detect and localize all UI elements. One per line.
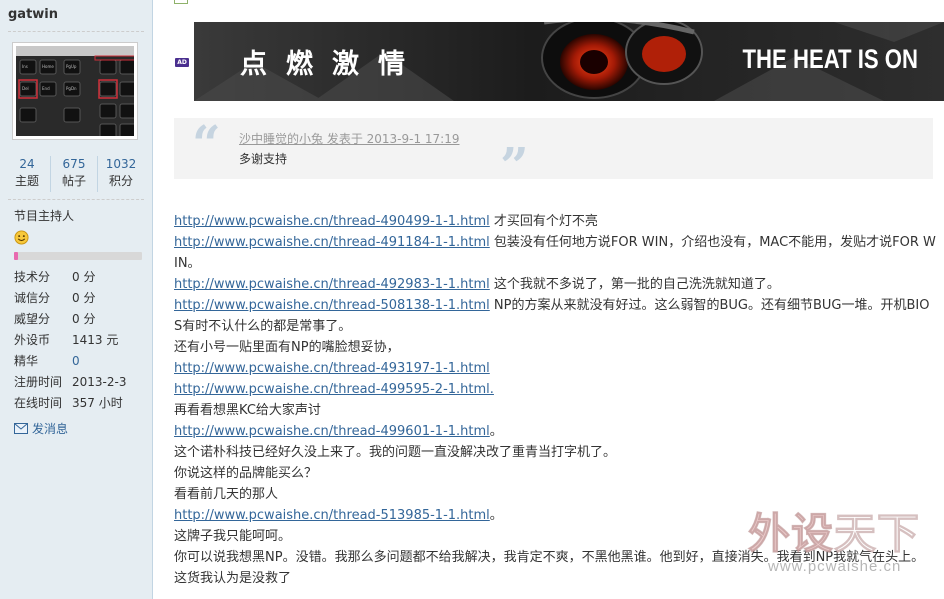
post-line: http://www.pcwaishe.cn/thread-513985-1-1…: [174, 505, 936, 526]
profile-value: 357 小时: [72, 396, 123, 410]
post-line: http://www.pcwaishe.cn/thread-499601-1-1…: [174, 421, 936, 442]
svg-text:Del: Del: [22, 86, 29, 91]
thread-link[interactable]: http://www.pcwaishe.cn/thread-493197-1-1…: [174, 361, 490, 376]
send-message-label: 发消息: [32, 422, 69, 436]
stat-label: 积分: [108, 174, 133, 188]
thread-link[interactable]: http://www.pcwaishe.cn/thread-492983-1-1…: [174, 277, 490, 292]
profile-label: 技术分: [14, 270, 51, 284]
svg-text:End: End: [42, 86, 50, 91]
profile-value: 0 分: [72, 291, 96, 305]
thread-link[interactable]: http://www.pcwaishe.cn/thread-499595-2-1…: [174, 382, 494, 397]
stat-value: 24: [19, 157, 35, 171]
post-line: http://www.pcwaishe.cn/thread-490499-1-1…: [174, 211, 936, 232]
post-line: http://www.pcwaishe.cn/thread-492983-1-1…: [174, 274, 936, 295]
post-text: 还有小号一贴里面有NP的嘴脸想妥协，: [174, 340, 400, 355]
post-text: 看看前几天的那人: [174, 487, 279, 502]
profile-label: 威望分: [14, 312, 51, 326]
profile-label: 注册时间: [14, 375, 63, 389]
post-line: http://www.pcwaishe.cn/thread-491184-1-1…: [174, 232, 936, 274]
quote-author-link[interactable]: 沙中睡觉的小兔 发表于 2013-9-1 17:19: [239, 130, 460, 147]
post-text: 这个我就不多说了，第一批的自己洗洗就知道了。: [489, 277, 780, 292]
stat-threads[interactable]: 24 主题: [4, 156, 51, 192]
stat-label: 帖子: [61, 174, 86, 188]
profile-value[interactable]: 0: [72, 351, 80, 372]
post-line: 你说这样的品牌能买么？: [174, 463, 936, 484]
level-progress-fill: [14, 252, 18, 260]
quote-close-mark: ”: [500, 136, 529, 195]
thread-link[interactable]: http://www.pcwaishe.cn/thread-499601-1-1…: [174, 424, 490, 439]
post-line: http://www.pcwaishe.cn/thread-499595-2-1…: [174, 379, 936, 400]
svg-text:Home: Home: [42, 64, 54, 69]
post-line: 再看看想黑KC给大家声讨: [174, 400, 936, 421]
stat-points[interactable]: 1032 积分: [98, 156, 144, 192]
profile-value: 0 分: [72, 312, 96, 326]
thread-link[interactable]: http://www.pcwaishe.cn/thread-508138-1-1…: [174, 298, 490, 313]
post-line: 这个诺朴科技已经好久没上来了。我的问题一直没解决改了重青当打字机了。: [174, 442, 936, 463]
post-line: 看看前几天的那人: [174, 484, 936, 505]
svg-text:PgUp: PgUp: [66, 64, 77, 69]
level-progress-bar: [14, 252, 142, 260]
post-text: 再看看想黑KC给大家声讨: [174, 403, 321, 418]
user-info-sidebar: gatwin Ins Home PgUp Del End PgDn 24 主题 …: [0, 0, 153, 599]
profile-value: 2013-2-3: [72, 375, 127, 389]
quote-block: “ 沙中睡觉的小兔 发表于 2013-9-1 17:19 多谢支持 ”: [174, 114, 933, 195]
post-text: 。: [489, 424, 503, 439]
stat-label: 主题: [14, 174, 39, 188]
divider: [8, 199, 144, 200]
thread-link[interactable]: http://www.pcwaishe.cn/thread-491184-1-1…: [174, 235, 490, 250]
post-text: 。: [489, 508, 503, 523]
post-text: 这牌子我只能呵呵。: [174, 529, 292, 544]
profile-row: 诚信分 0 分: [14, 288, 149, 309]
svg-text:PgDn: PgDn: [66, 86, 77, 91]
profile-row: 威望分 0 分: [14, 309, 149, 330]
profile-label: 在线时间: [14, 396, 63, 410]
profile-label: 外设币: [14, 333, 51, 347]
profile-row: 技术分 0 分: [14, 267, 149, 288]
post-line: http://www.pcwaishe.cn/thread-508138-1-1…: [174, 295, 936, 337]
profile-row: 在线时间 357 小时: [14, 393, 149, 414]
post-content-area: AD 点燃激情 THE HEAT IS ON “ 沙中睡觉的小兔 发表于 201…: [154, 0, 944, 599]
stat-posts[interactable]: 675 帖子: [51, 156, 98, 192]
ad-badge: AD: [175, 58, 189, 67]
profile-label: 精华: [14, 354, 39, 368]
post-line: 你可以说我想黑NP。没错。我那么多问题都不给我解决，我肯定不爽，不黑他黑谁。他到…: [174, 547, 936, 589]
mail-icon: [14, 423, 28, 434]
post-text: 你可以说我想黑NP。没错。我那么多问题都不给我解决，我肯定不爽，不黑他黑谁。他到…: [174, 550, 925, 586]
thread-link[interactable]: http://www.pcwaishe.cn/thread-513985-1-1…: [174, 508, 490, 523]
username-link[interactable]: gatwin: [8, 7, 58, 22]
user-group-title: 节目主持人: [14, 209, 75, 223]
divider: [8, 31, 144, 32]
profile-list: 技术分 0 分诚信分 0 分威望分 0 分外设币 1413 元精华 0 注册时间 2013-2…: [14, 267, 149, 414]
stat-value: 1032: [105, 157, 137, 171]
profile-row: 注册时间 2013-2-3: [14, 372, 149, 393]
ad-banner[interactable]: 点燃激情 THE HEAT IS ON: [194, 22, 944, 101]
post-text: 这个诺朴科技已经好久没上来了。我的问题一直没解决改了重青当打字机了。: [174, 445, 617, 460]
quote-text: 多谢支持: [239, 152, 288, 166]
user-stats: 24 主题 675 帖子 1032 积分: [4, 156, 144, 192]
profile-value: 0 分: [72, 270, 96, 284]
quote-open-mark: “: [192, 114, 221, 173]
stat-value: 675: [62, 157, 86, 171]
post-line: 这牌子我只能呵呵。: [174, 526, 936, 547]
svg-text:Ins: Ins: [22, 64, 28, 69]
profile-label: 诚信分: [14, 291, 51, 305]
post-line: http://www.pcwaishe.cn/thread-493197-1-1…: [174, 358, 936, 379]
avatar[interactable]: Ins Home PgUp Del End PgDn: [13, 43, 137, 139]
profile-row: 外设币 1413 元: [14, 330, 149, 351]
send-message-link[interactable]: 发消息: [14, 420, 68, 437]
post-body: http://www.pcwaishe.cn/thread-490499-1-1…: [174, 211, 936, 589]
avatar-keyboard-image: Ins Home PgUp Del End PgDn: [16, 46, 134, 136]
post-line: 还有小号一贴里面有NP的嘴脸想妥协，: [174, 337, 936, 358]
profile-value: 1413 元: [72, 333, 119, 347]
profile-row: 精华 0: [14, 351, 149, 372]
ad-banner-headline-cn: 点燃激情: [240, 49, 424, 80]
thread-link[interactable]: http://www.pcwaishe.cn/thread-490499-1-1…: [174, 214, 490, 229]
ad-banner-headline-en: THE HEAT IS ON: [742, 44, 918, 74]
post-text: 才买回有个灯不亮: [489, 214, 598, 229]
post-text: 你说这样的品牌能买么？: [174, 466, 318, 481]
top-edge-fragment: [174, 0, 188, 4]
smiley-icon: [14, 230, 29, 245]
